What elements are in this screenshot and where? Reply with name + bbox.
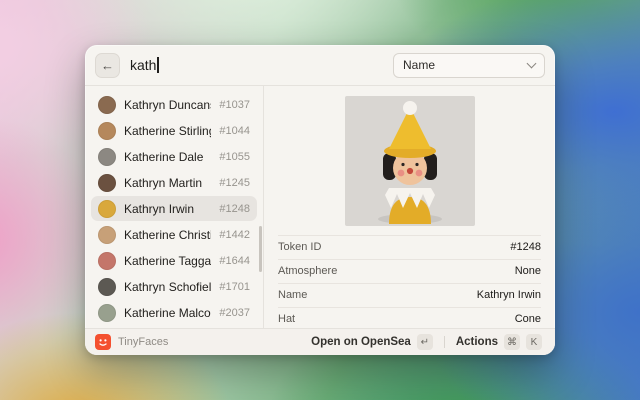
- app-name-label: TinyFaces: [118, 336, 168, 348]
- enter-key-icon: ↵: [417, 334, 433, 350]
- detail-panel: Token ID #1248 Atmosphere None Name Kath…: [264, 86, 555, 328]
- tinyfaces-face-glyph: [95, 334, 111, 350]
- result-token-id: #1037: [219, 99, 250, 111]
- chevron-down-icon: [527, 59, 537, 69]
- results-list: Kathryn Duncanson #1037 Katherine Stirli…: [85, 86, 264, 328]
- avatar: [98, 122, 116, 140]
- actions-button[interactable]: Actions ⌘ K: [453, 332, 545, 352]
- avatar: [98, 252, 116, 270]
- command-palette-window: ← kath Name Kathryn Duncanson #1037 Kath…: [85, 45, 555, 355]
- footer-bar: TinyFaces Open on OpenSea ↵ Actions ⌘ K: [85, 328, 555, 355]
- result-name: Katherine Dale: [124, 150, 211, 164]
- avatar: [98, 226, 116, 244]
- list-item[interactable]: Katherine Christie #1442: [91, 222, 257, 247]
- avatar: [98, 304, 116, 322]
- metadata-label: Atmosphere: [278, 265, 337, 277]
- avatar: [98, 148, 116, 166]
- avatar: [98, 96, 116, 114]
- result-name: Katherine Christie: [124, 228, 211, 242]
- metadata-row: Hat Cone: [278, 307, 541, 328]
- command-key-icon: ⌘: [504, 334, 520, 350]
- result-name: Kathryn Martin: [124, 176, 211, 190]
- metadata-value: None: [515, 265, 541, 277]
- list-item[interactable]: Katherine Dale #1055: [91, 144, 257, 169]
- footer-actions: Open on OpenSea ↵ Actions ⌘ K: [308, 332, 545, 352]
- search-query-text: kath: [130, 57, 156, 73]
- back-button[interactable]: ←: [95, 53, 120, 78]
- metadata-value: Kathryn Irwin: [477, 289, 541, 301]
- tinyfaces-app-icon: [95, 334, 111, 350]
- text-caret: [157, 57, 159, 73]
- result-name: Katherine Stirling: [124, 124, 211, 138]
- scrollbar-thumb[interactable]: [259, 226, 262, 272]
- list-item[interactable]: Kathryn Martin #1245: [91, 170, 257, 195]
- open-on-opensea-button[interactable]: Open on OpenSea ↵: [308, 332, 436, 352]
- metadata-row: Token ID #1248: [278, 235, 541, 259]
- filter-dropdown[interactable]: Name: [393, 53, 545, 78]
- actions-label: Actions: [456, 336, 498, 348]
- result-name: Kathryn Irwin: [124, 202, 211, 216]
- result-token-id: #1044: [219, 125, 250, 137]
- search-input[interactable]: kath: [130, 57, 159, 73]
- metadata-label: Name: [278, 289, 307, 301]
- list-item[interactable]: Kathryn Duncanson #1037: [91, 92, 257, 117]
- doll-illustration: [345, 96, 475, 226]
- list-item[interactable]: Kathryn Schofield #1701: [91, 274, 257, 299]
- result-token-id: #1442: [219, 229, 250, 241]
- list-item[interactable]: Katherine Malcolm #2037: [91, 300, 257, 325]
- list-item[interactable]: Katherine Stirling #1044: [91, 118, 257, 143]
- result-name: Kathryn Schofield: [124, 280, 211, 294]
- footer-divider: [444, 336, 445, 348]
- result-token-id: #1644: [219, 255, 250, 267]
- filter-selected-value: Name: [403, 58, 435, 72]
- main-content: Kathryn Duncanson #1037 Katherine Stirli…: [85, 86, 555, 328]
- metadata-row: Atmosphere None: [278, 259, 541, 283]
- result-token-id: #1245: [219, 177, 250, 189]
- result-token-id: #2037: [219, 307, 250, 319]
- result-name: Kathryn Duncanson: [124, 98, 211, 112]
- metadata-value: Cone: [515, 313, 541, 325]
- k-key: K: [526, 334, 542, 350]
- result-name: Katherine Taggart: [124, 254, 211, 268]
- avatar: [98, 278, 116, 296]
- avatar: [98, 174, 116, 192]
- metadata-row: Name Kathryn Irwin: [278, 283, 541, 307]
- back-arrow-icon: ←: [101, 58, 114, 73]
- result-name: Katherine Malcolm: [124, 306, 211, 320]
- open-on-opensea-label: Open on OpenSea: [311, 336, 411, 348]
- metadata-value: #1248: [510, 241, 541, 253]
- metadata-label: Hat: [278, 313, 295, 325]
- result-token-id: #1701: [219, 281, 250, 293]
- search-bar: ← kath Name: [85, 45, 555, 86]
- result-token-id: #1055: [219, 151, 250, 163]
- list-item-selected[interactable]: Kathryn Irwin #1248: [91, 196, 257, 221]
- result-token-id: #1248: [219, 203, 250, 215]
- metadata-label: Token ID: [278, 241, 321, 253]
- avatar: [98, 200, 116, 218]
- token-image: [345, 96, 475, 226]
- list-item[interactable]: Katherine Taggart #1644: [91, 248, 257, 273]
